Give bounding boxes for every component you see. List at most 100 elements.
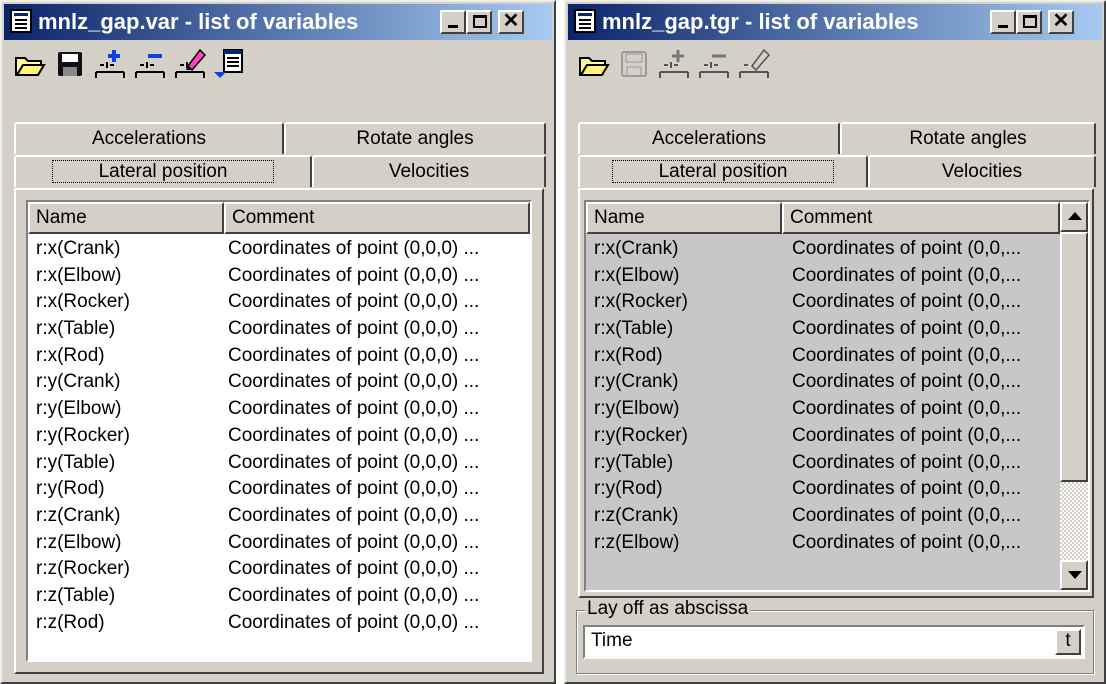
add-variable-icon[interactable] (92, 46, 128, 82)
variable-name: r:y(Rod) (36, 478, 105, 500)
scroll-track[interactable] (1060, 482, 1088, 560)
list-item[interactable]: r:x(Table) Coordinates of point (0,0,... (586, 316, 1060, 343)
list-window-icon[interactable] (574, 9, 596, 33)
variables-list[interactable]: Name Comment r:x(Crank) Coordinates of po… (584, 200, 1090, 592)
abscissa-field[interactable]: Time t (583, 625, 1085, 659)
maximize-button[interactable] (1016, 10, 1042, 34)
variable-comment: Coordinates of point (0,0,... (792, 451, 1022, 473)
list-item[interactable]: r:z(Rocker) Coordinates of point (0,0,0) … (28, 556, 530, 583)
list-item[interactable]: r:x(Elbow) Coordinates of point (0,0,... (586, 263, 1060, 290)
open-folder-icon[interactable] (12, 46, 48, 82)
variable-name: r:z(Crank) (594, 504, 679, 526)
list-item[interactable]: r:y(Crank) Coordinates of point (0,0,0) .… (28, 369, 530, 396)
list-item[interactable]: r:x(Table) Coordinates of point (0,0,0) .… (28, 316, 530, 343)
variables-window-tgr: mnlz_gap.tgr - list of variables ✕ Accel… (564, 0, 1106, 684)
open-folder-icon[interactable] (576, 46, 612, 82)
list-item[interactable]: r:y(Table) Coordinates of point (0,0,0) .… (28, 450, 530, 477)
variable-comment: Coordinates of point (0,0,... (792, 318, 1022, 340)
column-header-comment[interactable]: Comment (782, 202, 1060, 234)
variable-comment: Coordinates of point (0,0,0) ... (228, 611, 480, 633)
variable-list-menu-icon[interactable] (212, 46, 248, 82)
maximize-button[interactable] (466, 10, 492, 34)
tab-velocities[interactable]: Velocities (868, 155, 1096, 187)
scroll-down-arrow-icon[interactable] (1060, 560, 1088, 590)
tab-row-front: Lateral position Velocities (578, 155, 1096, 187)
variable-comment: Coordinates of point (0,0,0) ... (228, 344, 480, 366)
list-item[interactable]: r:y(Rocker) Coordinates of point (0,0,0) … (28, 423, 530, 450)
close-button[interactable]: ✕ (1048, 10, 1074, 34)
variable-name: r:x(Rod) (36, 344, 105, 366)
list-item[interactable]: r:x(Rocker) Coordinates of point (0,0,... (586, 289, 1060, 316)
list-item[interactable]: r:y(Table) Coordinates of point (0,0,... (586, 450, 1060, 477)
abscissa-group-label: Lay off as abscissa (585, 598, 751, 620)
save-icon (616, 46, 652, 82)
list-item[interactable]: r:x(Rod) Coordinates of point (0,0,... (586, 343, 1060, 370)
abscissa-group: Lay off as abscissa Time t (576, 598, 1094, 674)
variable-comment: Coordinates of point (0,0,... (792, 371, 1022, 393)
variable-name: r:z(Rocker) (36, 558, 130, 580)
list-item[interactable]: r:z(Elbow) Coordinates of point (0,0,... (586, 530, 1060, 557)
save-icon[interactable] (52, 46, 88, 82)
minimize-button[interactable] (440, 10, 466, 34)
list-item[interactable]: r:x(Elbow) Coordinates of point (0,0,0) .… (28, 263, 530, 290)
column-header-name[interactable]: Name (586, 202, 782, 234)
list-item[interactable]: r:z(Rod) Coordinates of point (0,0,0) ... (28, 610, 530, 637)
variable-comment: Coordinates of point (0,0,... (792, 344, 1022, 366)
tab-page: Name Comment r:x(Crank) Coordinates of po… (14, 188, 544, 674)
variables-list[interactable]: Name Comment r:x(Crank) Coordinates of po… (26, 200, 532, 662)
tab-row-back: Accelerations Rotate angles (578, 122, 1096, 154)
tab-lateral-position-label: Lateral position (611, 160, 835, 183)
scroll-up-arrow-icon[interactable] (1060, 202, 1088, 232)
variable-name: r:y(Crank) (36, 371, 121, 393)
list-item[interactable]: r:y(Rod) Coordinates of point (0,0,0) ... (28, 476, 530, 503)
variable-comment: Coordinates of point (0,0,... (792, 424, 1022, 446)
list-item[interactable]: r:z(Crank) Coordinates of point (0,0,0) .… (28, 503, 530, 530)
variable-name: r:y(Rocker) (36, 424, 130, 446)
scroll-thumb[interactable] (1060, 232, 1088, 482)
tab-velocities[interactable]: Velocities (312, 155, 546, 187)
variable-comment: Coordinates of point (0,0,0) ... (228, 424, 480, 446)
remove-variable-icon (696, 46, 732, 82)
variable-comment: Coordinates of point (0,0,0) ... (228, 584, 480, 606)
minimize-button[interactable] (990, 10, 1016, 34)
edit-variable-icon (736, 46, 772, 82)
list-item[interactable]: r:y(Rocker) Coordinates of point (0,0,... (586, 423, 1060, 450)
list-item[interactable]: r:y(Elbow) Coordinates of point (0,0,... (586, 396, 1060, 423)
list-window-icon[interactable] (10, 9, 32, 33)
column-header-comment[interactable]: Comment (224, 202, 530, 234)
list-item[interactable]: r:x(Rod) Coordinates of point (0,0,0) ... (28, 343, 530, 370)
list-item[interactable]: r:z(Elbow) Coordinates of point (0,0,0) .… (28, 530, 530, 557)
tab-lateral-position[interactable]: Lateral position (14, 155, 312, 187)
variable-comment: Coordinates of point (0,0,0) ... (228, 238, 480, 259)
edit-variable-icon[interactable] (172, 46, 208, 82)
variable-name: r:z(Crank) (36, 504, 121, 526)
variable-name: r:y(Elbow) (36, 398, 122, 420)
variable-comment: Coordinates of point (0,0,... (792, 531, 1022, 553)
tab-accelerations[interactable]: Accelerations (14, 122, 284, 154)
tab-rotate-angles[interactable]: Rotate angles (840, 122, 1096, 154)
vertical-scrollbar[interactable] (1060, 202, 1088, 590)
list-item[interactable]: r:y(Rod) Coordinates of point (0,0,... (586, 476, 1060, 503)
tab-lateral-position[interactable]: Lateral position (578, 155, 868, 187)
list-rows: r:x(Crank) Coordinates of point (0,0,0) .… (28, 236, 530, 636)
list-item[interactable]: r:z(Table) Coordinates of point (0,0,0) .… (28, 583, 530, 610)
variable-name: r:z(Elbow) (36, 531, 122, 553)
variable-comment: Coordinates of point (0,0,0) ... (228, 451, 480, 473)
tab-rotate-angles[interactable]: Rotate angles (284, 122, 546, 154)
variable-name: r:x(Table) (36, 318, 116, 340)
tab-accelerations[interactable]: Accelerations (578, 122, 840, 154)
variable-name: r:z(Elbow) (594, 531, 680, 553)
variable-name: r:x(Crank) (36, 238, 121, 259)
column-header-name[interactable]: Name (28, 202, 224, 234)
list-item[interactable]: r:z(Crank) Coordinates of point (0,0,... (586, 503, 1060, 530)
list-item[interactable]: r:x(Crank) Coordinates of point (0,0,... (586, 236, 1060, 263)
list-item[interactable]: r:y(Crank) Coordinates of point (0,0,... (586, 369, 1060, 396)
title-bar[interactable]: mnlz_gap.tgr - list of variables ✕ (568, 4, 1102, 40)
abscissa-select-button[interactable]: t (1055, 629, 1081, 655)
list-item[interactable]: r:y(Elbow) Coordinates of point (0,0,0) .… (28, 396, 530, 423)
title-bar[interactable]: mnlz_gap.var - list of variables ✕ (4, 4, 552, 40)
list-item[interactable]: r:x(Rocker) Coordinates of point (0,0,0) … (28, 289, 530, 316)
close-button[interactable]: ✕ (498, 10, 524, 34)
remove-variable-icon[interactable] (132, 46, 168, 82)
list-item[interactable]: r:x(Crank) Coordinates of point (0,0,0) .… (28, 236, 530, 263)
